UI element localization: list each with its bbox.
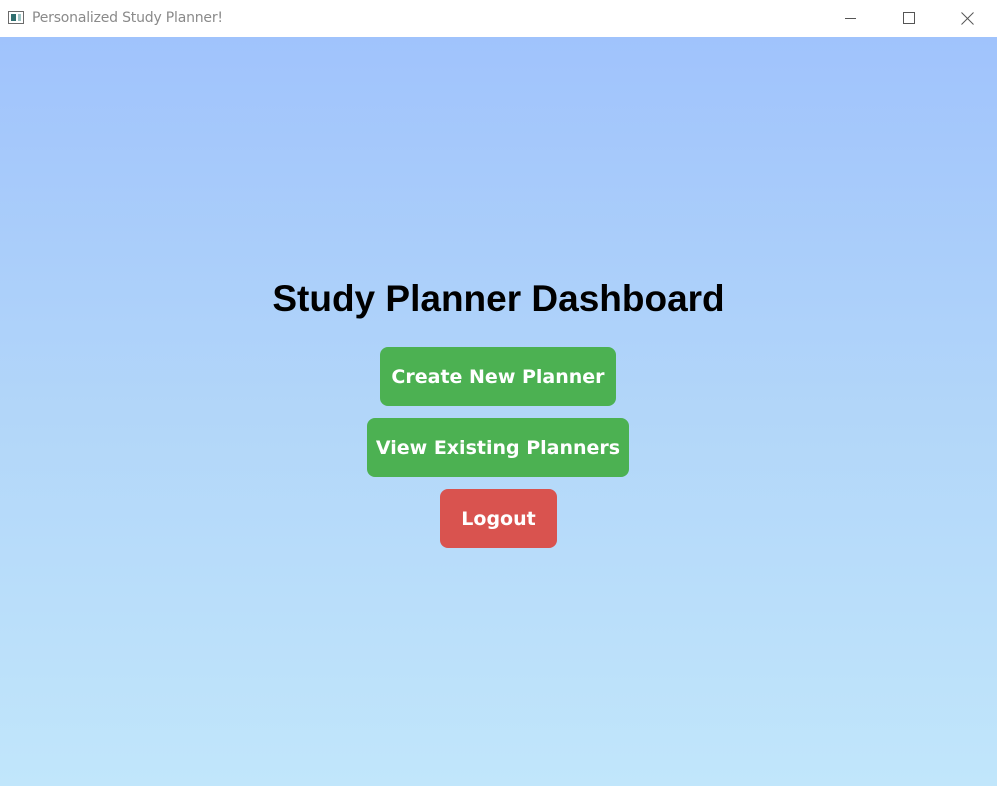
view-existing-planners-button[interactable]: View Existing Planners: [367, 418, 629, 477]
logout-button[interactable]: Logout: [440, 489, 557, 548]
window-title: Personalized Study Planner!: [32, 10, 223, 26]
title-bar[interactable]: Personalized Study Planner!: [0, 0, 997, 37]
close-button[interactable]: [944, 0, 990, 36]
create-new-planner-button[interactable]: Create New Planner: [380, 347, 616, 406]
dashboard-panel: Study Planner Dashboard Create New Plann…: [0, 37, 997, 786]
minimize-button[interactable]: [828, 0, 874, 36]
app-icon: [8, 11, 24, 24]
maximize-button[interactable]: [886, 0, 932, 36]
page-title: Study Planner Dashboard: [272, 278, 725, 319]
app-window: Personalized Study Planner! Study Planne…: [0, 0, 997, 786]
minimize-icon: [845, 12, 857, 24]
maximize-icon: [903, 12, 915, 24]
close-icon: [960, 11, 974, 25]
